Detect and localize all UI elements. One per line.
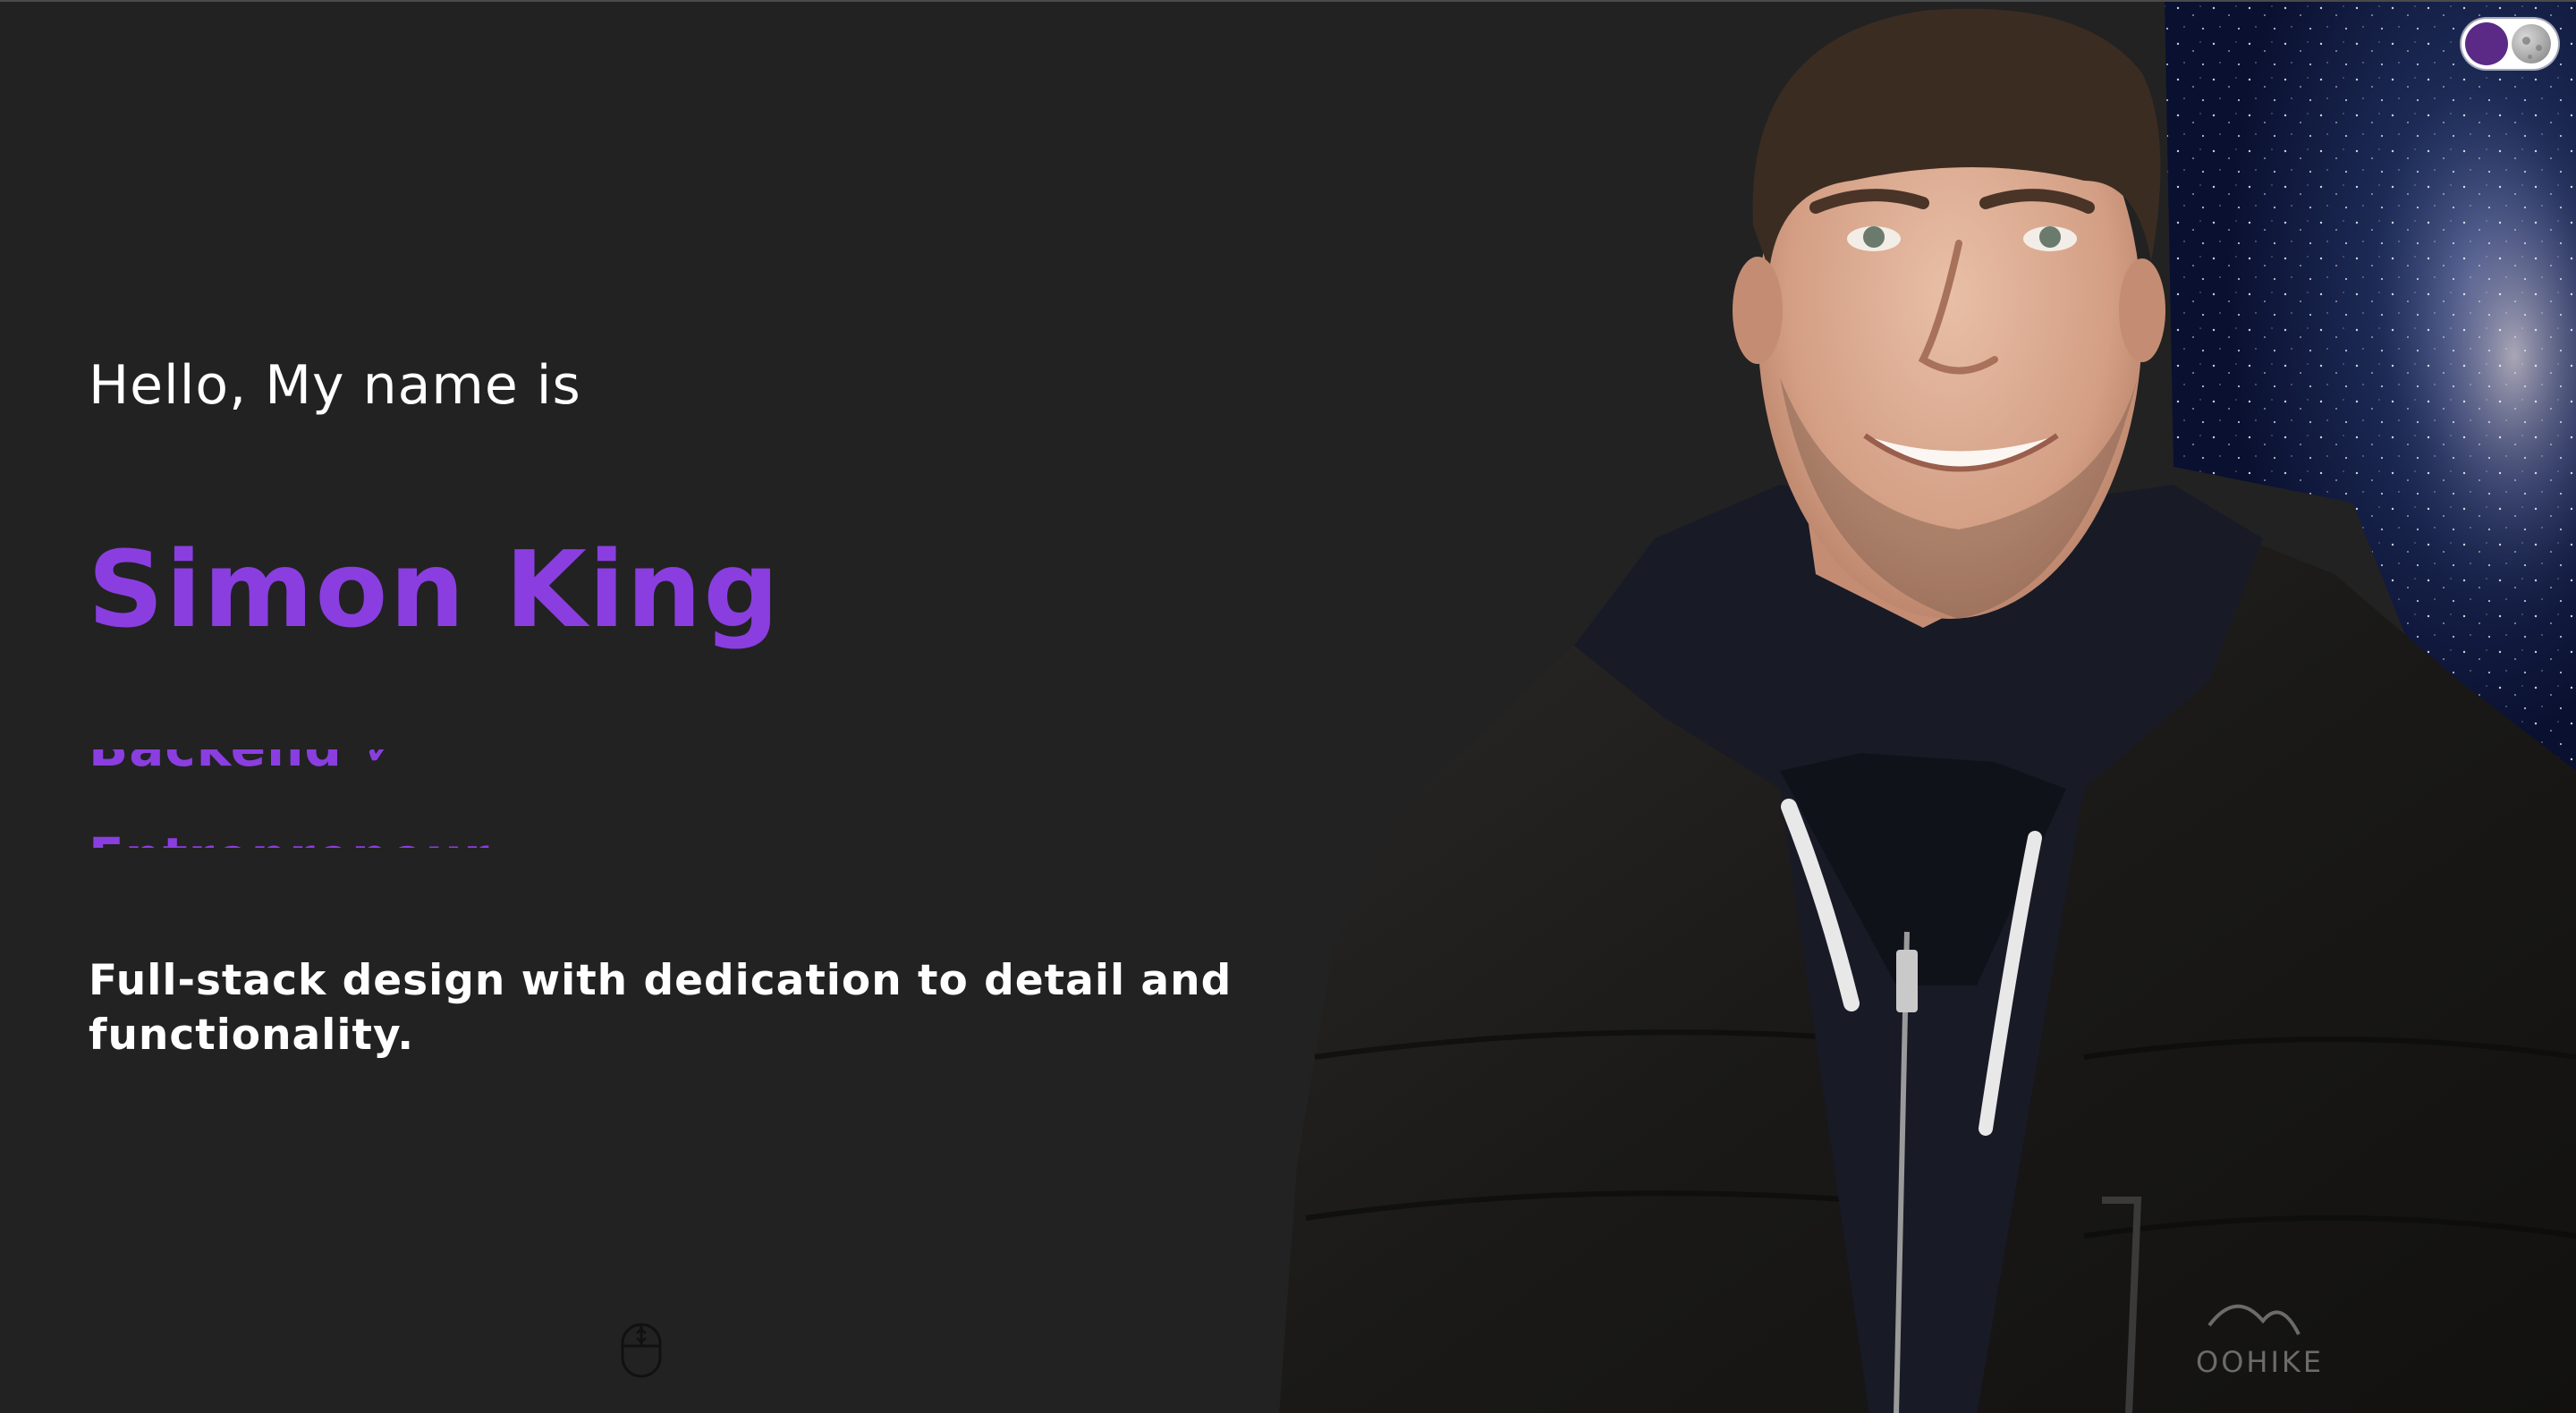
hero-tagline: Full-stack design with dedication to det… [89,956,1233,1060]
role-typing-carousel: Backend ✓ Entrepreneur [89,749,715,848]
hero-name: Simon King [88,528,781,651]
hero-portrait: OOHIKE [1279,2,2576,1413]
portrait-illustration: OOHIKE [1279,2,2576,1413]
landing-page: OOHIKE Hello, My name is Simon King Full… [0,0,2576,1413]
greeting-text: Hello, My name is [89,354,581,417]
svg-text:OOHIKE: OOHIKE [2196,1345,2324,1379]
toggle-knob [2465,22,2508,65]
moon-icon [2512,24,2551,63]
role-text: Backend ✓ [89,749,406,778]
role-text: Entrepreneur [89,826,490,848]
mouse-scroll-icon-graphic [621,1323,662,1378]
theme-toggle[interactable] [2462,19,2558,69]
mouse-scroll-icon[interactable] [620,1323,663,1378]
